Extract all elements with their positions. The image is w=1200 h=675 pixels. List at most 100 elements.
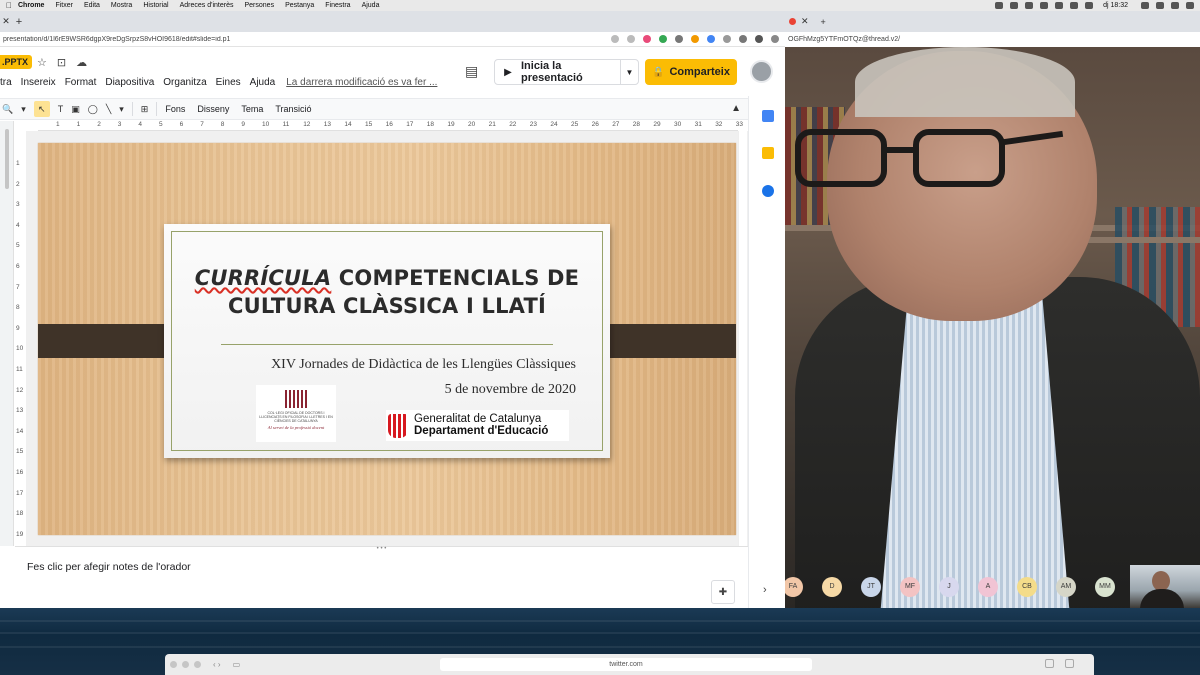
extension-icon[interactable] bbox=[691, 35, 699, 43]
title-card[interactable]: CURRÍCULA COMPETENCIALS DE CULTURA CLÀSS… bbox=[164, 224, 610, 458]
menubar-clock[interactable]: dj 18:32 bbox=[1103, 2, 1128, 9]
cloud-icon[interactable]: ☁ bbox=[76, 56, 87, 69]
participant-avatar[interactable]: MF bbox=[900, 577, 920, 597]
add-comment-icon[interactable]: ⊞ bbox=[141, 104, 149, 115]
share-icon[interactable] bbox=[1045, 659, 1054, 668]
url-text[interactable]: presentation/d/1l6rE9WSR6dgpX9reDgSrpzS8… bbox=[3, 36, 603, 43]
sidebar-icon[interactable]: ▭ bbox=[233, 660, 241, 669]
text-box-icon[interactable]: T bbox=[58, 104, 64, 114]
menu-finestra[interactable]: Finestra bbox=[325, 2, 350, 9]
apple-icon[interactable]:  bbox=[0, 1, 18, 10]
notes-placeholder[interactable]: Fes clic per afegir notes de l'orador bbox=[27, 561, 191, 573]
tasks-icon[interactable] bbox=[762, 185, 774, 197]
filmstrip-gutter[interactable] bbox=[0, 121, 14, 546]
menu-adreces[interactable]: Adreces d'interès bbox=[180, 2, 234, 9]
extension-icon[interactable] bbox=[675, 35, 683, 43]
address-bar[interactable]: OGFhMzg5YTFmOTQz@thread.v2/ bbox=[785, 32, 1200, 47]
menu-help[interactable]: Ajuda bbox=[250, 77, 276, 88]
participant-avatar[interactable]: MM bbox=[1095, 577, 1115, 597]
menu-chrome[interactable]: Chrome bbox=[18, 2, 44, 9]
participant-avatar[interactable]: CB bbox=[1017, 577, 1037, 597]
wifi-icon[interactable] bbox=[1055, 2, 1064, 9]
profile-icon[interactable] bbox=[755, 35, 763, 43]
new-tab-button[interactable]: + bbox=[12, 16, 26, 28]
star-icon[interactable] bbox=[627, 35, 635, 43]
file-type-badge[interactable]: .PPTX bbox=[0, 55, 33, 69]
menu-edita[interactable]: Edita bbox=[84, 2, 100, 9]
new-tab-button[interactable]: + bbox=[821, 17, 826, 27]
scroll-grip[interactable] bbox=[5, 129, 9, 189]
url-text[interactable]: OGFhMzg5YTFmOTQz@thread.v2/ bbox=[788, 36, 900, 43]
layout-button[interactable]: Disseny bbox=[197, 104, 229, 114]
window-close-button[interactable] bbox=[170, 661, 177, 668]
slide-subtitle[interactable]: XIV Jornades de Didàctica de les Llengüe… bbox=[271, 357, 576, 373]
close-tab-icon[interactable]: ✕ bbox=[801, 16, 809, 27]
slide-title[interactable]: CURRÍCULA COMPETENCIALS DE CULTURA CLÀSS… bbox=[164, 264, 610, 320]
safari-url-field[interactable]: twitter.com bbox=[440, 658, 812, 671]
menu-slide[interactable]: Diapositiva bbox=[105, 77, 154, 88]
speaker-notes[interactable]: Fes clic per afegir notes de l'orador bbox=[15, 554, 748, 608]
menu-fitxer[interactable]: Fitxer bbox=[55, 2, 73, 9]
star-icon[interactable]: ☆ bbox=[37, 56, 47, 69]
notes-splitter[interactable]: • • • bbox=[15, 546, 748, 554]
avatar[interactable] bbox=[750, 60, 773, 83]
tabs-icon[interactable] bbox=[1065, 659, 1074, 668]
menu-ajuda[interactable]: Ajuda bbox=[362, 2, 380, 9]
window-zoom-button[interactable] bbox=[194, 661, 201, 668]
zoom-icon[interactable]: 🔍 bbox=[2, 104, 13, 115]
extension-icon[interactable] bbox=[659, 35, 667, 43]
self-view-video[interactable] bbox=[1130, 565, 1200, 608]
menu-arrange[interactable]: Organitza bbox=[163, 77, 206, 88]
select-cursor-icon[interactable]: ↖ bbox=[33, 101, 50, 117]
calendar-icon[interactable] bbox=[762, 110, 774, 122]
extension-icon[interactable] bbox=[643, 35, 651, 43]
background-button[interactable]: Fons bbox=[165, 104, 185, 114]
chevron-down-icon[interactable]: ▾ bbox=[119, 104, 124, 115]
slide[interactable]: CURRÍCULA COMPETENCIALS DE CULTURA CLÀSS… bbox=[38, 143, 736, 535]
comment-icon[interactable]: ▤ bbox=[465, 63, 478, 80]
participant-avatar[interactable]: D bbox=[822, 577, 842, 597]
slide-date[interactable]: 5 de novembre de 2020 bbox=[445, 382, 576, 398]
line-icon[interactable]: ╲ bbox=[106, 104, 111, 115]
chevron-up-icon[interactable]: ▲ bbox=[731, 103, 741, 114]
more-icon[interactable] bbox=[771, 35, 779, 43]
menu-mostra[interactable]: Mostra bbox=[111, 2, 132, 9]
user-icon[interactable] bbox=[1156, 2, 1164, 9]
move-folder-icon[interactable]: ⊡ bbox=[57, 56, 66, 69]
image-icon[interactable]: ▣ bbox=[71, 104, 80, 115]
chevron-down-icon[interactable]: ▾ bbox=[21, 104, 26, 115]
canvas-scrollbar[interactable] bbox=[738, 131, 747, 546]
menu-icon[interactable] bbox=[1186, 2, 1194, 9]
menu-edit-partial[interactable]: tra bbox=[0, 77, 12, 88]
menu-pestanya[interactable]: Pestanya bbox=[285, 2, 314, 9]
transition-button[interactable]: Transició bbox=[275, 104, 311, 114]
status-icon[interactable] bbox=[1010, 2, 1019, 9]
menu-insert[interactable]: Insereix bbox=[21, 77, 56, 88]
back-forward-icon[interactable]: ‹ › bbox=[213, 660, 221, 669]
battery-icon[interactable] bbox=[1085, 2, 1094, 9]
share-button[interactable]: 🔒 Comparteix bbox=[645, 59, 737, 85]
present-button[interactable]: ▶ Inicia la presentació ▼ bbox=[494, 59, 639, 85]
extension-icon[interactable] bbox=[707, 35, 715, 43]
status-icon[interactable] bbox=[995, 2, 1004, 9]
menu-persones[interactable]: Persones bbox=[245, 2, 275, 9]
zoom-icon[interactable] bbox=[611, 35, 619, 43]
theme-button[interactable]: Tema bbox=[241, 104, 263, 114]
chevron-down-icon[interactable]: ▼ bbox=[620, 60, 638, 84]
participant-avatar[interactable]: AM bbox=[1056, 577, 1076, 597]
status-icon[interactable] bbox=[1025, 2, 1034, 9]
address-bar[interactable]: presentation/d/1l6rE9WSR6dgpX9reDgSrpzS8… bbox=[0, 32, 785, 47]
speaker-video[interactable] bbox=[785, 47, 1200, 608]
flag-icon[interactable] bbox=[1171, 2, 1179, 9]
participant-avatar[interactable]: J bbox=[939, 577, 959, 597]
explore-icon[interactable]: ✚ bbox=[711, 580, 735, 604]
menu-historial[interactable]: Historial bbox=[143, 2, 168, 9]
participant-avatar[interactable]: JT bbox=[861, 577, 881, 597]
menu-tools[interactable]: Eines bbox=[216, 77, 241, 88]
last-edit-link[interactable]: La darrera modificació es va fer ... bbox=[286, 77, 437, 88]
close-tab-icon[interactable]: ✕ bbox=[0, 16, 12, 27]
sound-icon[interactable] bbox=[1070, 2, 1079, 9]
puzzle-icon[interactable] bbox=[739, 35, 747, 43]
status-icon[interactable] bbox=[1040, 2, 1049, 9]
chevron-right-icon[interactable]: › bbox=[763, 584, 767, 596]
